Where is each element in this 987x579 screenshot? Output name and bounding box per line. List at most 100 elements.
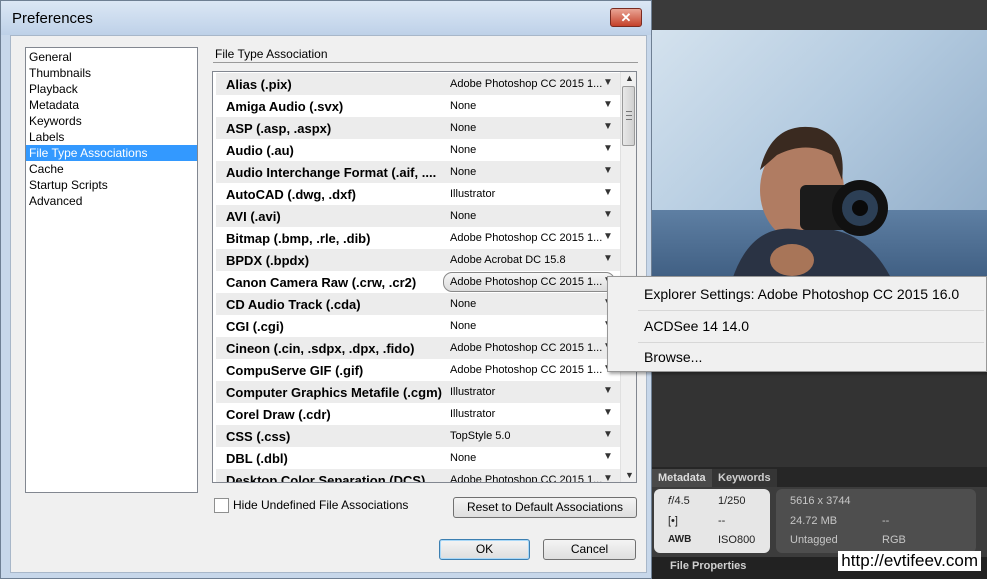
association-row[interactable]: Cineon (.cin, .sdpx, .dpx, .fido) Adobe P…: [216, 337, 620, 359]
association-row[interactable]: AVI (.avi) None ▼: [216, 205, 620, 227]
association-row[interactable]: CGI (.cgi)None▼: [216, 315, 620, 337]
dropdown-arrow-icon[interactable]: ▼: [603, 473, 613, 482]
associated-app-select[interactable]: Adobe Photoshop CC 2015 1...: [450, 232, 602, 244]
category-item-labels[interactable]: Labels: [26, 129, 197, 145]
category-item-thumbnails[interactable]: Thumbnails: [26, 65, 197, 81]
associated-app-select[interactable]: None: [450, 144, 602, 156]
association-row[interactable]: ASP (.asp, .aspx) None ▼: [216, 117, 620, 139]
category-item-advanced[interactable]: Advanced: [26, 193, 197, 209]
file-type-name: Audio (.au): [226, 143, 294, 158]
dropdown-arrow-icon[interactable]: ▼: [603, 187, 613, 198]
metering-icon: [•]: [668, 515, 678, 527]
photographer-image: [732, 126, 892, 280]
association-row[interactable]: BPDX (.bpdx) Adobe Acrobat DC 15.8 ▼: [216, 249, 620, 271]
menu-item-acdsee[interactable]: ACDSee 14 14.0: [608, 311, 986, 341]
category-item-file-type-associations[interactable]: File Type Associations: [26, 145, 197, 161]
dropdown-arrow-icon[interactable]: ▼: [603, 209, 613, 220]
association-row[interactable]: CompuServe GIF (.gif) Adobe Photoshop CC …: [216, 359, 620, 381]
associated-app-select[interactable]: TopStyle 5.0: [450, 430, 602, 442]
association-row[interactable]: Alias (.pix) Adobe Photoshop CC 2015 1...…: [216, 73, 620, 95]
associated-app-select[interactable]: None: [450, 452, 602, 464]
menu-item-browse[interactable]: Browse...: [608, 342, 986, 372]
dropdown-arrow-icon[interactable]: ▼: [603, 253, 613, 264]
window-title: Preferences: [12, 10, 93, 27]
resolution-value: --: [882, 515, 890, 527]
associated-app-select[interactable]: Adobe Photoshop CC 2015 1...: [450, 342, 602, 354]
associated-app-select[interactable]: None: [450, 298, 602, 310]
dropdown-arrow-icon[interactable]: ▼: [603, 385, 613, 396]
associated-app-select[interactable]: Illustrator: [450, 408, 602, 420]
category-item-general[interactable]: General: [26, 49, 197, 65]
associated-app-select[interactable]: Adobe Photoshop CC 2015 1...: [450, 78, 602, 90]
dropdown-arrow-icon[interactable]: ▼: [603, 451, 613, 462]
associated-app-select[interactable]: Illustrator: [450, 386, 602, 398]
association-row[interactable]: CD Audio Track (.cda)None▼: [216, 293, 620, 315]
tab-metadata[interactable]: Metadata: [652, 469, 712, 487]
dropdown-arrow-icon[interactable]: ▼: [603, 99, 613, 110]
associated-app-select[interactable]: None: [450, 122, 602, 134]
menu-item-explorer-settings[interactable]: Explorer Settings: Adobe Photoshop CC 20…: [608, 279, 986, 309]
association-row[interactable]: Bitmap (.bmp, .rle, .dib) Adobe Photoshop…: [216, 227, 620, 249]
dropdown-arrow-icon[interactable]: ▼: [603, 429, 613, 440]
filesize-value: 24.72 MB: [790, 515, 838, 527]
association-row[interactable]: Audio Interchange Format (.aif, .... None…: [216, 161, 620, 183]
file-type-name: Bitmap (.bmp, .rle, .dib): [226, 231, 371, 246]
associated-app-select[interactable]: None: [450, 100, 602, 112]
tab-keywords[interactable]: Keywords: [712, 469, 777, 487]
file-type-name: Corel Draw (.cdr): [226, 407, 331, 422]
dropdown-arrow-icon[interactable]: ▼: [603, 165, 613, 176]
category-item-keywords[interactable]: Keywords: [26, 113, 197, 129]
associated-app-select[interactable]: None: [450, 320, 602, 332]
file-type-name: Alias (.pix): [226, 77, 292, 92]
file-type-name: AVI (.avi): [226, 209, 281, 224]
dropdown-arrow-icon[interactable]: ▼: [603, 121, 613, 132]
file-type-name: Canon Camera Raw (.crw, .cr2): [226, 275, 417, 290]
association-row[interactable]: Audio (.au) None ▼: [216, 139, 620, 161]
white-balance-value: AWB: [668, 534, 692, 545]
dropdown-arrow-icon[interactable]: ▼: [603, 231, 613, 242]
scroll-down-icon[interactable]: ▼: [625, 470, 634, 480]
category-item-startup-scripts[interactable]: Startup Scripts: [26, 177, 197, 193]
associated-app-select[interactable]: Adobe Photoshop CC 2015 1...: [450, 474, 602, 482]
file-type-name: Computer Graphics Metafile (.cgm): [226, 385, 442, 400]
association-row[interactable]: CSS (.css) TopStyle 5.0 ▼: [216, 425, 620, 447]
category-item-playback[interactable]: Playback: [26, 81, 197, 97]
associated-app-select[interactable]: Adobe Photoshop CC 2015 1...: [450, 276, 602, 288]
associated-app-select[interactable]: None: [450, 210, 602, 222]
association-row[interactable]: Canon Camera Raw (.crw, .cr2) Adobe Photo…: [216, 271, 620, 293]
associated-app-select[interactable]: None: [450, 166, 602, 178]
file-type-name: BPDX (.bpdx): [226, 253, 310, 268]
dimensions-value: 5616 x 3744: [790, 495, 851, 507]
cancel-button[interactable]: Cancel: [543, 539, 636, 560]
association-row[interactable]: Computer Graphics Metafile (.cgm) Illustr…: [216, 381, 620, 403]
association-row[interactable]: Desktop Color Separation (DCS) Adobe Phot…: [216, 469, 620, 483]
category-item-metadata[interactable]: Metadata: [26, 97, 197, 113]
reset-associations-button[interactable]: Reset to Default Associations: [453, 497, 637, 518]
section-divider: [213, 62, 638, 63]
associated-app-select[interactable]: Adobe Photoshop CC 2015 1...: [450, 364, 602, 376]
dropdown-arrow-icon[interactable]: ▼: [603, 77, 613, 88]
hide-undefined-checkbox[interactable]: [214, 498, 229, 513]
file-type-name: Cineon (.cin, .sdpx, .dpx, .fido): [226, 341, 415, 356]
file-type-name: AutoCAD (.dwg, .dxf): [226, 187, 356, 202]
category-list: General Thumbnails Playback Metadata Key…: [25, 47, 198, 493]
metering-value: --: [718, 515, 726, 527]
file-data-box: 5616 x 3744 24.72 MB -- Untagged RGB: [776, 489, 976, 553]
association-row[interactable]: AutoCAD (.dwg, .dxf) Illustrator ▼: [216, 183, 620, 205]
close-button[interactable]: ✕: [610, 8, 642, 27]
scroll-thumb[interactable]: [622, 86, 635, 146]
association-row[interactable]: Corel Draw (.cdr) Illustrator ▼: [216, 403, 620, 425]
association-row[interactable]: DBL (.dbl) None ▼: [216, 447, 620, 469]
shutter-value: 1/250: [718, 495, 746, 507]
association-row[interactable]: Amiga Audio (.svx) None ▼: [216, 95, 620, 117]
scroll-up-icon[interactable]: ▲: [625, 73, 634, 83]
dialog-body: General Thumbnails Playback Metadata Key…: [10, 35, 647, 573]
associated-app-select[interactable]: Adobe Acrobat DC 15.8: [450, 254, 602, 266]
ok-button[interactable]: OK: [439, 539, 530, 560]
dropdown-arrow-icon[interactable]: ▼: [603, 407, 613, 418]
dropdown-arrow-icon[interactable]: ▼: [603, 143, 613, 154]
category-item-cache[interactable]: Cache: [26, 161, 197, 177]
associated-app-select[interactable]: Illustrator: [450, 188, 602, 200]
title-bar[interactable]: Preferences ✕: [1, 1, 651, 35]
file-type-name: Desktop Color Separation (DCS): [226, 473, 426, 483]
